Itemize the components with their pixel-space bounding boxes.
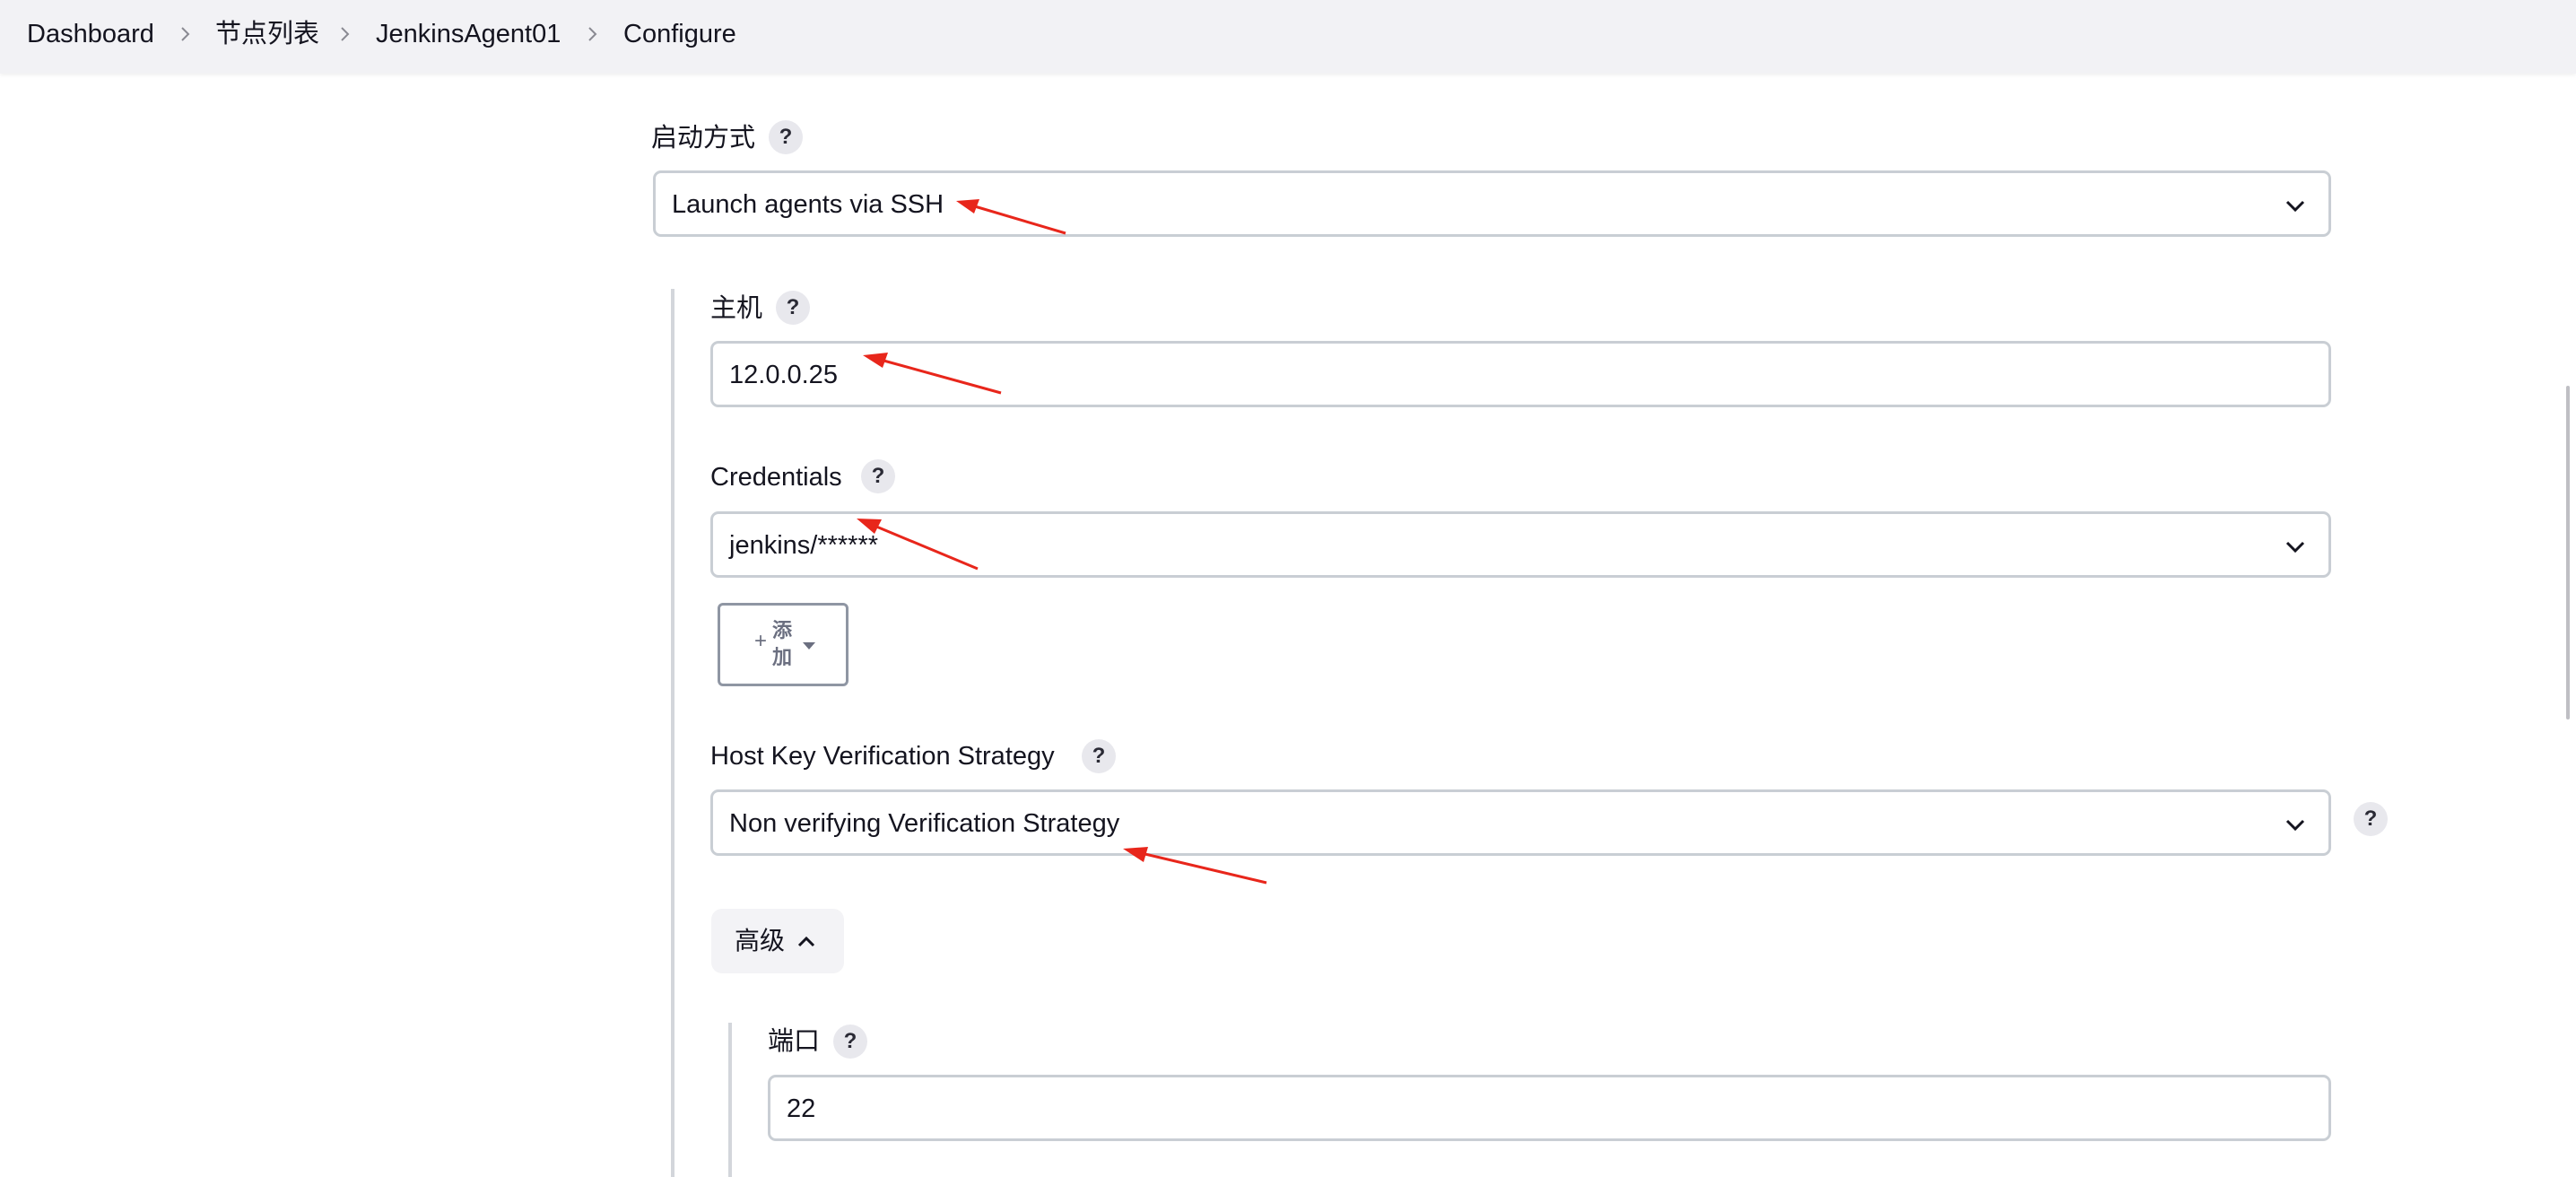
annotation-arrow <box>863 353 1002 395</box>
annotation-arrow <box>1123 847 1267 885</box>
annotation-arrow <box>857 519 979 571</box>
annotation-arrow <box>956 199 1066 235</box>
annotation-arrows <box>857 199 1267 885</box>
